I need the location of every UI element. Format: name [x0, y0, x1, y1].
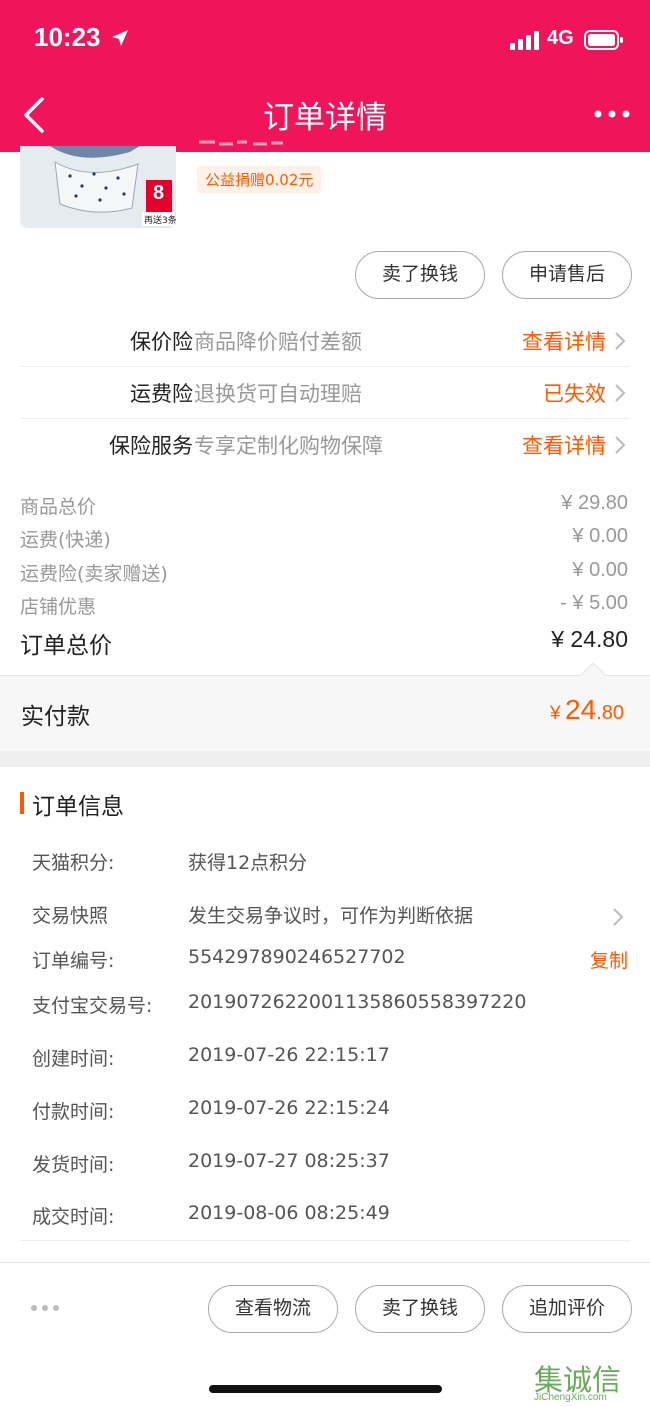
info-label: 支付宝交易号:	[32, 995, 153, 1017]
fee-value: ¥ 29.80	[561, 492, 628, 514]
fee-row-shipping-insurance: 运费险(卖家赠送) ¥ 0.00	[20, 557, 630, 587]
info-row-points: 天猫积分: 获得12点积分	[32, 846, 630, 878]
insurance-label: 保价险	[130, 330, 193, 354]
donation-tag: 公益捐赠0.02元	[197, 166, 322, 193]
more-dots-icon[interactable]	[594, 104, 630, 124]
insurance-desc: 商品降价赔付差额	[194, 330, 362, 354]
insurance-action[interactable]: 已失效	[543, 378, 606, 408]
product-badge-text: 再送3条	[144, 216, 176, 226]
info-label: 交易快照	[32, 905, 109, 927]
insurance-row-shipping[interactable]: 运费险 退换货可自动理赔 已失效	[20, 366, 630, 418]
info-row-order-number: 订单编号: 554297890246527702 复制	[32, 944, 630, 976]
info-row-shipped-time: 发货时间: 2019-07-27 08:25:37	[32, 1148, 630, 1180]
page-title: 订单详情	[263, 100, 387, 136]
location-arrow-icon	[112, 30, 128, 46]
info-label: 成交时间:	[32, 1206, 115, 1228]
info-label: 天猫积分:	[32, 852, 115, 874]
insurance-desc: 退换货可自动理赔	[194, 382, 362, 406]
insurance-row-service[interactable]: 保险服务 专享定制化购物保障 查看详情	[20, 418, 630, 470]
info-row-completed-time: 成交时间: 2019-08-06 08:25:49	[32, 1200, 630, 1232]
fee-label: 运费(快递)	[20, 529, 111, 551]
info-row-created-time: 创建时间: 2019-07-26 22:15:17	[32, 1042, 630, 1074]
paid-amount: ¥ 24.80	[550, 694, 624, 726]
section-gap	[0, 751, 650, 767]
paid-currency: ¥	[550, 703, 561, 724]
info-value: 554297890246527702	[188, 946, 406, 968]
paid-amount-box: 实付款 ¥ 24.80	[0, 675, 650, 751]
footer-action-bar: 查看物流 卖了换钱 追加评价 集诚信 JiChengXin.com	[0, 1262, 650, 1407]
divider	[20, 1240, 630, 1241]
product-title-fragment	[199, 140, 283, 146]
order-total-row: 订单总价 ¥ 24.80	[20, 624, 630, 660]
info-value: 2019-07-27 08:25:37	[188, 1150, 390, 1172]
order-total-value: ¥ 24.80	[551, 626, 628, 652]
insurance-desc: 专享定制化购物保障	[194, 434, 383, 458]
watermark-sub: JiChengXin.com	[534, 1392, 607, 1403]
fee-value: - ¥ 5.00	[560, 592, 628, 614]
more-options-icon[interactable]	[30, 1304, 60, 1312]
signal-icon	[510, 31, 539, 50]
info-value: 发生交易争议时，可作为判断依据	[188, 905, 474, 927]
status-time: 10:23	[34, 22, 101, 52]
copy-button[interactable]: 复制	[590, 946, 628, 973]
product-badge-number: 8	[153, 182, 165, 204]
order-total-label: 订单总价	[20, 633, 112, 659]
chevron-right-icon	[615, 384, 626, 402]
pointer-notch	[580, 662, 606, 676]
fee-value: ¥ 0.00	[572, 559, 628, 581]
paid-decimal: .80	[596, 702, 624, 724]
sell-for-cash-button[interactable]: 卖了换钱	[355, 251, 485, 299]
info-label: 创建时间:	[32, 1048, 115, 1070]
info-label: 付款时间:	[32, 1101, 115, 1123]
section-accent-bar	[20, 792, 24, 814]
info-value: 2019072622001135860558397220	[188, 991, 527, 1013]
chevron-right-icon	[615, 332, 626, 350]
battery-icon	[584, 30, 623, 50]
chevron-right-icon	[615, 436, 626, 454]
info-value: 获得12点积分	[188, 852, 308, 874]
fee-row-goods-total: 商品总价 ¥ 29.80	[20, 490, 630, 520]
insurance-action[interactable]: 查看详情	[522, 430, 606, 460]
info-label: 发货时间:	[32, 1154, 115, 1176]
fee-value: ¥ 0.00	[572, 525, 628, 547]
info-row-snapshot[interactable]: 交易快照 发生交易争议时，可作为判断依据	[32, 899, 630, 931]
header-bar: 10:23 4G 订单详情	[0, 0, 650, 152]
apply-after-sales-button[interactable]: 申请售后	[502, 251, 632, 299]
network-type: 4G	[547, 27, 574, 49]
home-indicator	[209, 1385, 442, 1393]
insurance-label: 运费险	[130, 382, 193, 406]
add-review-button[interactable]: 追加评价	[502, 1285, 632, 1333]
fee-label: 店铺优惠	[20, 596, 97, 618]
info-value: 2019-07-26 22:15:24	[188, 1097, 390, 1119]
info-row-paid-time: 付款时间: 2019-07-26 22:15:24	[32, 1095, 630, 1127]
order-info-title: 订单信息	[32, 794, 124, 820]
fee-row-shipping: 运费(快递) ¥ 0.00	[20, 523, 630, 553]
paid-label: 实付款	[21, 704, 90, 730]
product-image[interactable]: 8 再送3条	[20, 146, 176, 228]
chevron-right-icon	[613, 908, 624, 926]
info-value: 2019-07-26 22:15:17	[188, 1044, 390, 1066]
info-row-alipay-number: 支付宝交易号: 2019072622001135860558397220	[32, 989, 630, 1021]
insurance-action[interactable]: 查看详情	[522, 326, 606, 356]
info-label: 订单编号:	[32, 950, 115, 972]
info-value: 2019-08-06 08:25:49	[188, 1202, 390, 1224]
fee-label: 运费险(卖家赠送)	[20, 563, 168, 585]
fee-row-store-discount: 店铺优惠 - ¥ 5.00	[20, 590, 630, 620]
view-logistics-button[interactable]: 查看物流	[208, 1285, 338, 1333]
watermark-logo: 集诚信 JiChengXin.com	[534, 1357, 650, 1405]
insurance-label: 保险服务	[109, 434, 193, 458]
fee-label: 商品总价	[20, 496, 97, 518]
footer-sell-for-cash-button[interactable]: 卖了换钱	[355, 1285, 485, 1333]
insurance-row-price-protection[interactable]: 保价险 商品降价赔付差额 查看详情	[20, 314, 630, 366]
paid-integer: 24	[565, 694, 597, 725]
